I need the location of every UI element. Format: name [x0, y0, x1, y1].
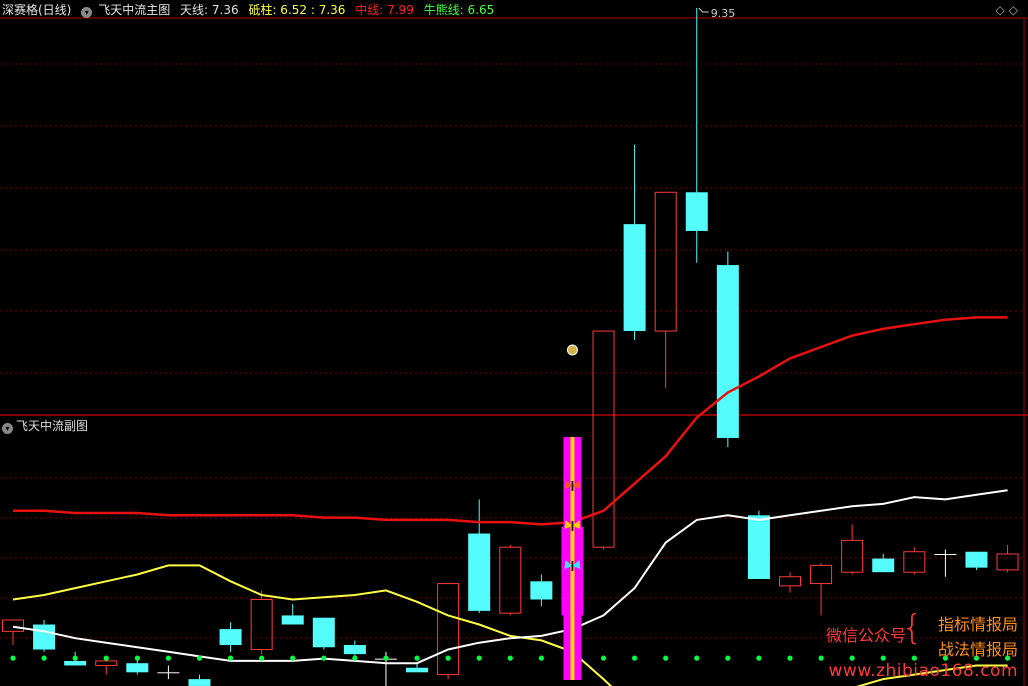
niuxian-dot	[196, 655, 203, 661]
niuxian-dot	[41, 655, 47, 661]
dropdown-icon[interactable]: ▾	[81, 7, 93, 18]
candle-body	[934, 554, 957, 555]
candle-body	[157, 672, 180, 674]
niuxian-dot	[694, 655, 700, 661]
sub-chart	[563, 437, 582, 680]
sub-indicator-name[interactable]: 飞天中流副图	[16, 419, 88, 433]
niuxian-dot	[538, 655, 544, 661]
annotation-arrow	[698, 7, 709, 13]
candle-body	[872, 558, 895, 573]
niuxian-dot	[632, 655, 638, 661]
niuxian-dot	[787, 655, 793, 661]
candle-body	[903, 551, 926, 573]
candle-body	[343, 645, 366, 655]
candle-body	[95, 660, 118, 666]
candle-body	[312, 617, 335, 648]
watermark-left: 微信公众号	[825, 626, 906, 645]
niuxian-dot	[290, 655, 296, 661]
butterfly-blue-icon	[571, 561, 574, 571]
watermark-brace: {	[901, 608, 923, 648]
candle-body	[716, 265, 739, 438]
candle-body	[841, 539, 864, 573]
watermark-line2: 战法情报局	[937, 640, 1018, 659]
niuxian-dot	[849, 655, 855, 661]
annotation-high: 9.35	[711, 7, 736, 20]
candle-body	[33, 624, 56, 650]
niuxian-dot	[134, 655, 140, 661]
butterfly-red-icon	[571, 481, 574, 491]
candle-body	[996, 553, 1019, 571]
candle-body	[499, 546, 522, 614]
tianxian-value: 天线: 7.36	[180, 3, 239, 17]
dropdown-icon[interactable]: ▾	[2, 423, 13, 434]
zhongxian-value: 中线: 7.99	[355, 3, 414, 17]
candle-body	[2, 619, 24, 632]
candle-body	[126, 663, 149, 673]
candle-body	[530, 581, 553, 600]
kline-chart: 9.356.30	[0, 7, 1028, 686]
niuxian-dot	[321, 655, 327, 661]
chart-frame	[0, 17, 1028, 686]
candle-body	[747, 515, 770, 580]
candle-body	[437, 583, 460, 676]
candle-body	[685, 192, 708, 231]
niuxian-dot	[880, 655, 886, 661]
niuxian-dot	[725, 655, 731, 661]
candle-body	[250, 599, 273, 651]
niuxian-dot	[600, 655, 607, 661]
niuxian-dot	[756, 655, 762, 661]
niuxian-dot	[352, 655, 358, 661]
candle-body	[810, 564, 833, 585]
candle-body	[779, 576, 801, 587]
main-indicator-name[interactable]: 飞天中流主图	[98, 3, 170, 17]
candle-body	[965, 551, 988, 568]
niuxian-dot	[383, 655, 389, 661]
grid-lines	[0, 63, 1024, 639]
niuxian-dot	[414, 655, 420, 661]
window-controls-icon[interactable]: ◇◇	[996, 3, 1022, 17]
dizhu-value: 砥柱: 6.52 : 7.36	[248, 3, 346, 17]
niuxian-dot	[72, 655, 78, 661]
candle-body	[64, 660, 87, 666]
butterfly-yellow-icon	[571, 521, 574, 531]
signal-coin-icon	[566, 344, 578, 356]
niuxian-dot	[227, 655, 234, 661]
candle-body	[468, 533, 491, 611]
niuxian-dot	[663, 655, 669, 661]
candlesticks	[2, 8, 1019, 686]
main-header: 深赛格(日线) ▾ 飞天中流主图 天线: 7.36 砥柱: 6.52 : 7.36…	[2, 2, 500, 18]
niuxian-dot	[445, 655, 451, 661]
candle-body	[219, 629, 242, 645]
watermark-line1: 指标情报局	[937, 615, 1018, 634]
candle-body	[281, 615, 304, 625]
zhongxian-line	[13, 316, 1008, 526]
sub-header: ▾ 飞天中流副图	[2, 418, 88, 434]
niuxian-dot	[165, 655, 171, 661]
candle-body	[654, 191, 677, 332]
niuxian-dot	[818, 655, 824, 661]
niuxian-dot	[103, 655, 109, 661]
watermark-url: www.zhibiao168.com	[828, 661, 1018, 681]
niuxian-dot	[507, 655, 513, 661]
niuxian-dot	[476, 655, 482, 661]
candle-body	[188, 679, 211, 686]
niuxian-dot	[911, 655, 917, 661]
candle-body	[406, 667, 429, 673]
niuxian-dot	[10, 655, 16, 661]
niuxian-value: 牛熊线: 6.65	[423, 3, 495, 17]
stock-name[interactable]: 深赛格(日线)	[2, 3, 71, 17]
signal-bar-core	[570, 437, 575, 680]
candle-body	[623, 224, 646, 332]
niuxian-dot	[259, 655, 265, 661]
